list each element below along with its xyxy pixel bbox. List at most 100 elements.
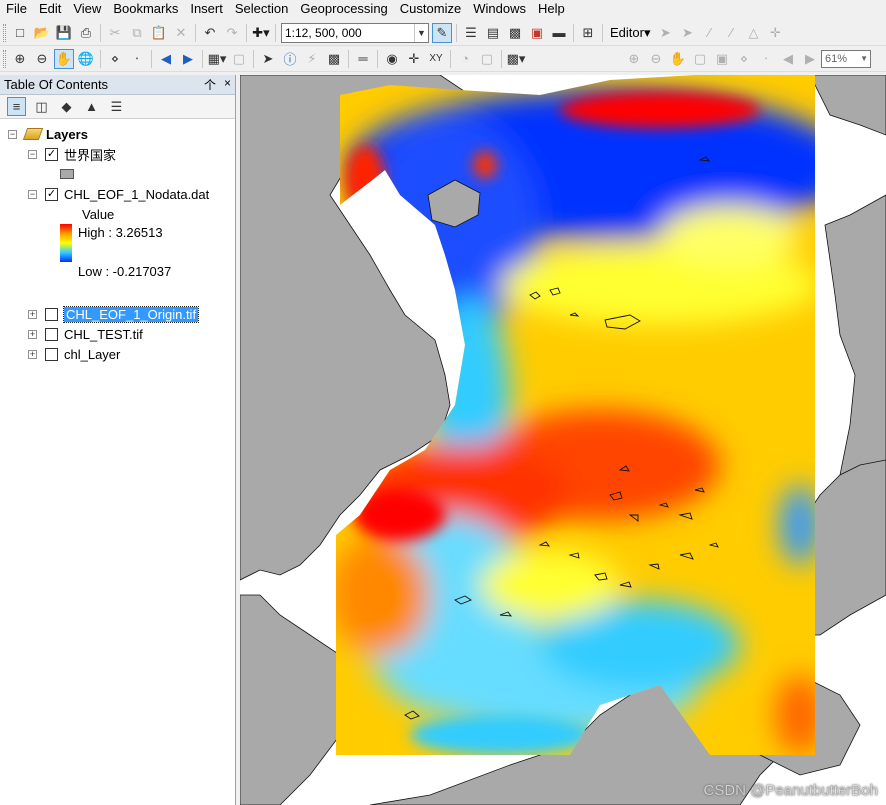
toolbar-grip[interactable] (3, 49, 6, 68)
layer-row-world-countries[interactable]: − ✓ 世界国家 (28, 145, 116, 163)
color-ramp-swatch[interactable] (60, 224, 72, 262)
zoom-in-icon[interactable]: ⊕ (10, 49, 30, 69)
menu-help[interactable]: Help (532, 0, 571, 18)
editor-toolbar-icon[interactable]: ✎ (432, 22, 452, 43)
identify-icon[interactable]: ⓘ (280, 49, 300, 69)
map-view[interactable]: CSDN @PeanutbutterBoh (240, 75, 886, 805)
collapse-icon[interactable]: − (28, 149, 37, 159)
open-folder-icon[interactable]: 📂 (32, 23, 52, 43)
menu-file[interactable]: File (0, 0, 33, 18)
python-window-icon[interactable]: ▬ (549, 23, 569, 43)
end-point-arc-icon[interactable]: ∕ (722, 23, 742, 43)
list-by-selection-icon[interactable]: ▲ (82, 97, 101, 116)
create-viewer-icon[interactable]: ▢ (477, 49, 497, 69)
edit-vertices-icon[interactable]: ✛ (766, 23, 786, 43)
print-icon[interactable]: ⎙ (76, 23, 96, 43)
arctoolbox-icon[interactable]: ▣ (527, 23, 547, 43)
map-scale-select[interactable]: 1:12, 500, 000 ▼ (281, 22, 429, 43)
layout-zoom-percent-select[interactable]: 61% ▼ (821, 49, 871, 68)
toolbar-grip[interactable] (3, 23, 6, 42)
pan-hand-icon[interactable]: ✋ (54, 48, 74, 69)
expand-icon[interactable]: + (28, 349, 37, 359)
list-by-visibility-icon[interactable]: ◆ (57, 97, 76, 116)
layer-visibility-checkbox[interactable] (45, 307, 58, 321)
add-data-icon[interactable]: ✚▾ (251, 23, 271, 43)
search-window-icon[interactable]: ▩ (505, 23, 525, 43)
expand-icon[interactable]: + (28, 329, 37, 339)
full-extent-icon[interactable]: 🌐 (76, 49, 96, 69)
layout-zoom-out-icon[interactable]: ⊖ (646, 49, 666, 69)
list-by-drawing-order-icon[interactable]: ≡ (7, 97, 26, 116)
back-arrow-icon[interactable]: ◀ (156, 49, 176, 69)
collapse-icon[interactable]: − (28, 189, 37, 199)
magnifier-icon[interactable]: ▩▾ (506, 49, 526, 69)
pin-icon[interactable]: 个 (204, 76, 216, 93)
toc-options-icon[interactable]: ☰ (107, 97, 126, 116)
fixed-zoom-out-icon[interactable]: ⋅ (127, 49, 147, 69)
find-binoculars-icon[interactable]: ◉ (382, 49, 402, 69)
select-elements-icon[interactable]: ➤ (258, 49, 278, 69)
layer-row-chl-eof-nodata[interactable]: − ✓ CHL_EOF_1_Nodata.dat (28, 185, 209, 203)
copy-icon[interactable]: ⧉ (127, 23, 147, 43)
layer-visibility-checkbox[interactable]: ✓ (45, 147, 58, 161)
layout-back-icon[interactable]: ◀ (778, 49, 798, 69)
find-route-icon[interactable]: ✛ (404, 49, 424, 69)
zoom-out-icon[interactable]: ⊖ (32, 49, 52, 69)
menu-windows[interactable]: Windows (467, 0, 532, 18)
redo-icon[interactable]: ↷ (222, 23, 242, 43)
measure-icon[interactable]: ═ (353, 49, 373, 69)
layout-zoom-in-icon[interactable]: ⊕ (624, 49, 644, 69)
trace-icon[interactable]: △ (744, 23, 764, 43)
menu-selection[interactable]: Selection (229, 0, 294, 18)
forward-arrow-icon[interactable]: ▶ (178, 49, 198, 69)
chevron-down-icon[interactable]: ▼ (414, 23, 428, 42)
layer-row-chl-eof-origin[interactable]: + CHL_EOF_1_Origin.tif (28, 305, 200, 323)
model-builder-icon[interactable]: ⊞ (578, 23, 598, 43)
menu-bookmarks[interactable]: Bookmarks (107, 0, 184, 18)
collapse-icon[interactable]: − (8, 129, 17, 139)
layer-name: CHL_TEST.tif (64, 326, 143, 342)
layer-visibility-checkbox[interactable]: ✓ (45, 187, 58, 201)
layout-forward-icon[interactable]: ▶ (800, 49, 820, 69)
fixed-zoom-in-icon[interactable]: ⋄ (105, 49, 125, 69)
zoom-100-icon[interactable]: ▣ (712, 49, 732, 69)
layer-row-chl-test[interactable]: + CHL_TEST.tif (28, 325, 143, 343)
layer-visibility-checkbox[interactable] (45, 327, 58, 341)
layer-visibility-checkbox[interactable] (45, 347, 58, 361)
zoom-whole-page-icon[interactable]: ▢ (690, 49, 710, 69)
html-popup-icon[interactable]: ▩ (324, 49, 344, 69)
cut-icon[interactable]: ✂ (105, 23, 125, 43)
edit-tool-icon[interactable]: ➤ (656, 23, 676, 43)
editor-menu-button[interactable]: Editor▾ (606, 25, 655, 41)
polygon-symbol-swatch[interactable] (60, 169, 74, 179)
undo-icon[interactable]: ↶ (200, 23, 220, 43)
new-document-icon[interactable]: □ (10, 23, 30, 43)
chevron-down-icon[interactable]: ▼ (860, 54, 870, 63)
edit-annotation-icon[interactable]: ➤ (678, 23, 698, 43)
layers-group-row[interactable]: − Layers (8, 125, 88, 143)
hyperlink-icon[interactable]: ⚡ (302, 49, 322, 69)
catalog-icon[interactable]: ▤ (483, 23, 503, 43)
layout-fixed-zoom-out-icon[interactable]: ⋅ (756, 49, 776, 69)
go-to-xy-icon[interactable]: XY (426, 49, 446, 69)
menu-edit[interactable]: Edit (33, 0, 67, 18)
layers-group-label: Layers (46, 126, 88, 142)
layout-pan-icon[interactable]: ✋ (668, 49, 688, 69)
layer-row-chl-layer[interactable]: + chl_Layer (28, 345, 120, 363)
clear-selection-icon[interactable]: ▢ (229, 49, 249, 69)
layout-fixed-zoom-in-icon[interactable]: ⋄ (734, 49, 754, 69)
paste-icon[interactable]: 📋 (149, 23, 169, 43)
close-icon[interactable]: × (224, 76, 231, 93)
select-features-icon[interactable]: ▦▾ (207, 49, 227, 69)
straight-segment-icon[interactable]: ∕ (700, 23, 720, 43)
delete-icon[interactable]: ✕ (171, 23, 191, 43)
table-of-contents-icon[interactable]: ☰ (461, 23, 481, 43)
expand-icon[interactable]: + (28, 309, 37, 319)
menu-insert[interactable]: Insert (184, 0, 229, 18)
menu-view[interactable]: View (67, 0, 107, 18)
list-by-source-icon[interactable]: ◫ (32, 97, 51, 116)
menu-customize[interactable]: Customize (394, 0, 467, 18)
time-slider-icon[interactable]: ◔ (455, 49, 475, 69)
save-icon[interactable]: 💾 (54, 23, 74, 43)
menu-geoprocessing[interactable]: Geoprocessing (294, 0, 393, 18)
